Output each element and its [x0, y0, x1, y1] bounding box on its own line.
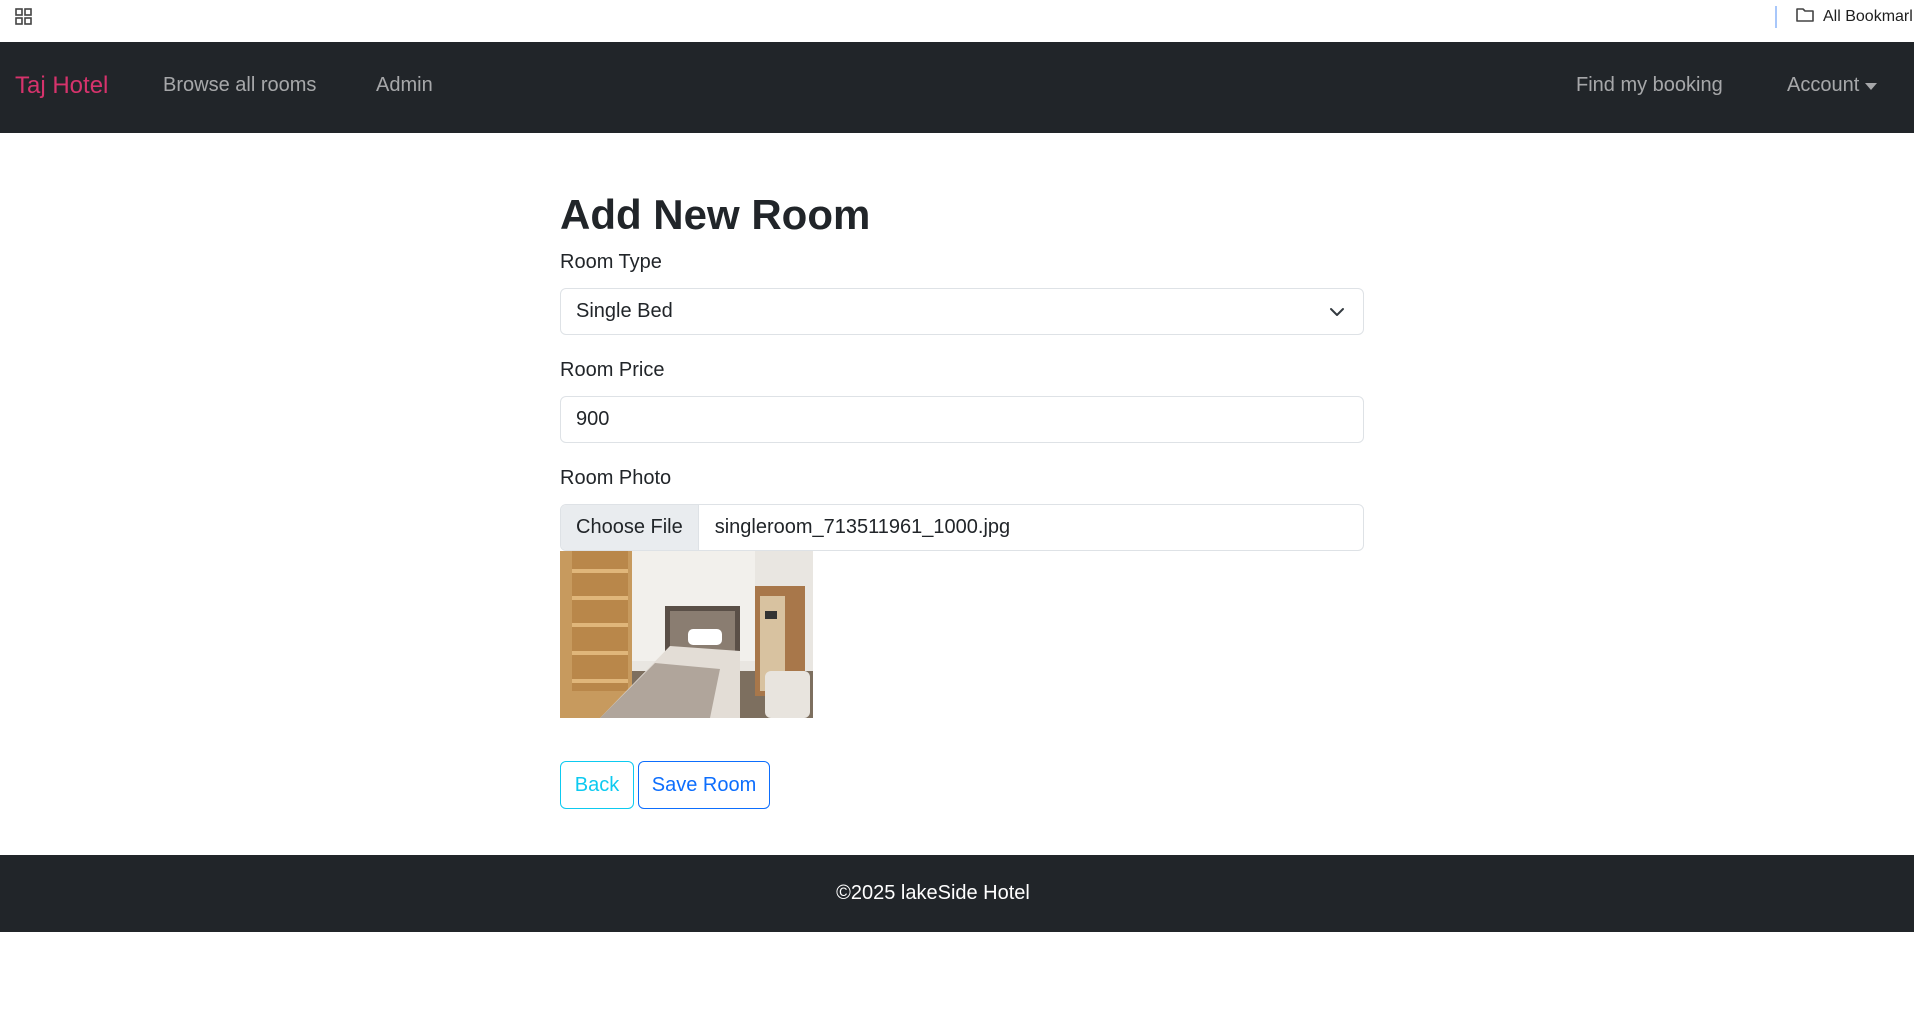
selected-file-name: singleroom_713511961_1000.jpg: [714, 516, 1011, 538]
room-type-label: Room Type: [560, 251, 662, 273]
nav-account-label: Account: [1787, 74, 1860, 96]
caret-down-icon: [1865, 83, 1878, 90]
room-type-selected: Single Bed: [576, 300, 673, 322]
room-price-label: Room Price: [560, 359, 665, 381]
page-title: Add New Room: [560, 191, 871, 238]
nav-browse-rooms[interactable]: Browse all rooms: [163, 74, 316, 97]
page: All Bookmarl Taj Hotel Browse all rooms …: [0, 0, 1914, 1022]
choose-file-button[interactable]: Choose File: [561, 505, 699, 550]
footer: ©2025 lakeSide Hotel: [0, 855, 1914, 932]
save-room-button[interactable]: Save Room: [638, 761, 770, 809]
chevron-down-icon: [1329, 303, 1345, 319]
room-photo-file-input[interactable]: Choose File singleroom_713511961_1000.jp…: [560, 504, 1364, 551]
folder-icon: [1795, 6, 1815, 29]
nav-find-booking[interactable]: Find my booking: [1576, 74, 1723, 97]
room-type-select[interactable]: Single Bed: [560, 288, 1364, 335]
back-button[interactable]: Back: [560, 761, 634, 809]
brand-link[interactable]: Taj Hotel: [15, 72, 108, 100]
all-bookmarks-label: All Bookmarl: [1823, 8, 1913, 25]
all-bookmarks-button[interactable]: All Bookmarl: [1795, 6, 1913, 28]
footer-copyright: ©2025 lakeSide Hotel: [836, 882, 1030, 904]
nav-account-dropdown[interactable]: Account: [1787, 74, 1878, 97]
bookmarks-separator: [1775, 6, 1777, 28]
room-price-value: 900: [576, 408, 610, 430]
top-navbar: Taj Hotel Browse all rooms Admin Find my…: [0, 42, 1914, 133]
room-photo-preview: [560, 551, 813, 718]
bookmarks-bar: All Bookmarl: [0, 0, 1914, 42]
apps-grid-icon[interactable]: [14, 7, 34, 27]
room-photo-label: Room Photo: [560, 467, 672, 489]
room-price-input[interactable]: 900: [560, 396, 1364, 443]
nav-admin[interactable]: Admin: [376, 74, 433, 97]
